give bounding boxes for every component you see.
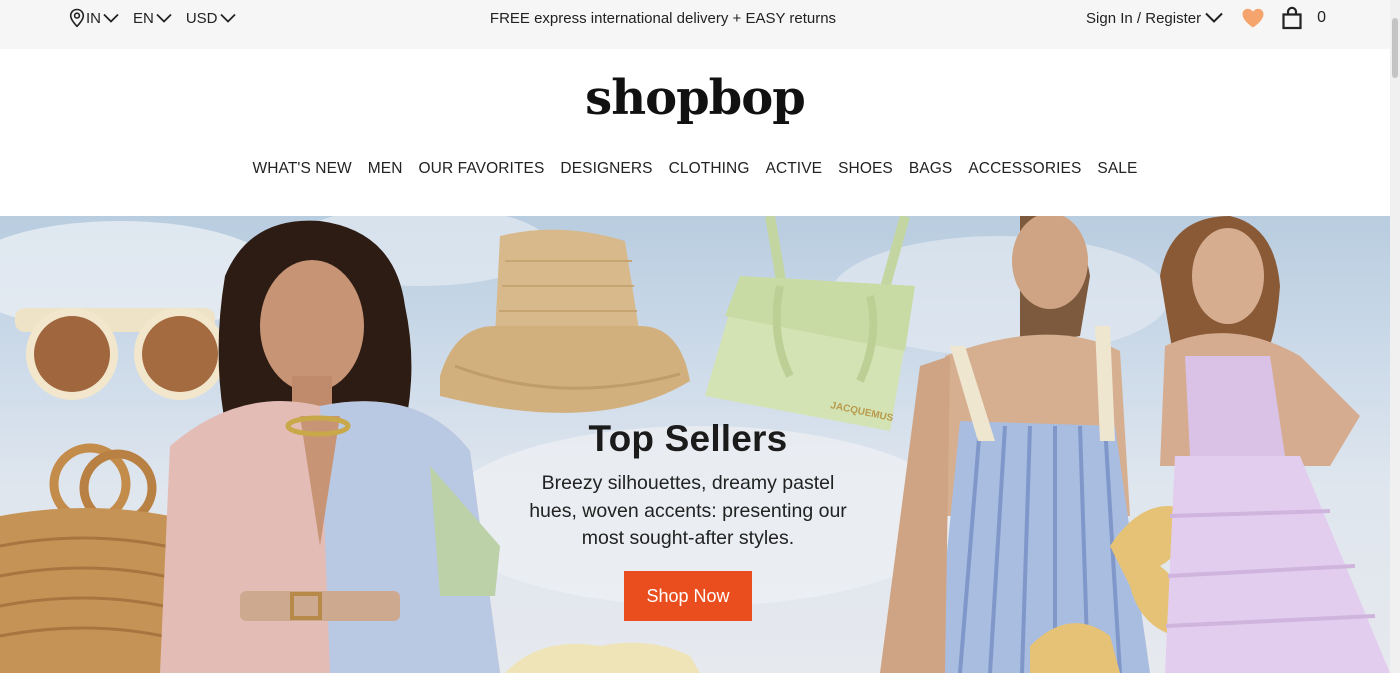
chevron-down-icon — [219, 13, 236, 23]
hero-copy: Top Sellers Breezy silhouettes, dreamy p… — [488, 418, 888, 621]
language-label: EN — [133, 9, 154, 27]
nav-item-sale[interactable]: SALE — [1097, 160, 1137, 178]
nav-item-designers[interactable]: DESIGNERS — [560, 160, 652, 178]
nav-item-bags[interactable]: BAGS — [909, 160, 952, 178]
model-lilac-dress-image — [1160, 216, 1390, 673]
location-pin-icon — [68, 8, 86, 28]
green-mini-handbag-image: JACQUEMUS — [705, 216, 915, 431]
country-label: IN — [86, 9, 101, 27]
sign-in-label: Sign In / Register — [1086, 9, 1202, 27]
nav-item-shoes[interactable]: SHOES — [838, 160, 893, 178]
nav-item-accessories[interactable]: ACCESSORIES — [968, 160, 1081, 178]
sunglasses-image — [15, 308, 226, 400]
wishlist-heart-icon[interactable] — [1241, 7, 1265, 29]
scrollbar-thumb[interactable] — [1392, 18, 1398, 78]
shopping-bag-icon[interactable] — [1281, 6, 1303, 30]
nav-item-active[interactable]: ACTIVE — [766, 160, 823, 178]
currency-selector[interactable]: USD — [186, 10, 236, 27]
cart-count: 0 — [1317, 9, 1326, 26]
sign-in-register-link[interactable]: Sign In / Register — [1086, 10, 1223, 27]
chevron-down-icon — [1205, 10, 1223, 27]
nav-item-whats-new[interactable]: WHAT'S NEW — [253, 160, 352, 178]
hero-title: Top Sellers — [588, 418, 788, 459]
hero-subtitle: Breezy silhouettes, dreamy pastel hues, … — [529, 472, 847, 549]
nav-item-clothing[interactable]: CLOTHING — [669, 160, 750, 178]
locale-selectors: IN EN USD — [68, 0, 250, 36]
account-tools: Sign In / Register 0 — [1086, 0, 1326, 36]
chevron-down-icon — [156, 13, 172, 23]
country-selector[interactable]: IN — [68, 8, 119, 28]
main-navigation: WHAT'S NEW MEN OUR FAVORITES DESIGNERS C… — [0, 160, 1390, 178]
top-utility-bar: IN EN USD FREE express international del… — [0, 0, 1390, 49]
language-selector[interactable]: EN — [133, 10, 172, 27]
page-scrollbar[interactable] — [1390, 0, 1400, 673]
nav-item-men[interactable]: MEN — [368, 160, 403, 178]
shopbop-logo[interactable]: shopbop — [0, 70, 1390, 126]
chevron-down-icon — [103, 13, 119, 23]
hero-banner[interactable]: JACQUEMUS Top Sellers Breezy silhouettes… — [0, 216, 1390, 673]
nav-item-our-favorites[interactable]: OUR FAVORITES — [419, 160, 545, 178]
shop-now-button[interactable]: Shop Now — [624, 570, 752, 621]
currency-label: USD — [185, 9, 218, 27]
